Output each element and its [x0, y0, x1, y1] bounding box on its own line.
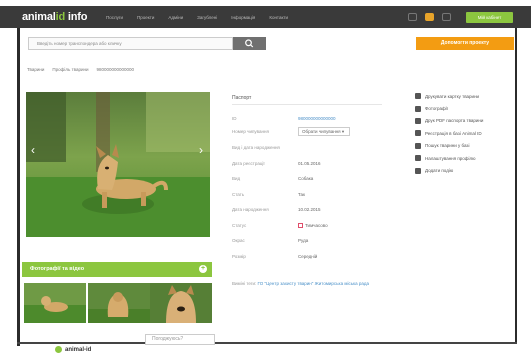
site-logo[interactable]: animalid info [22, 11, 87, 23]
image-icon [415, 105, 421, 112]
nav-item-admins[interactable]: Адміни [168, 15, 183, 20]
gear-icon [415, 155, 421, 162]
divider [232, 104, 382, 105]
search-icon [415, 142, 421, 149]
photo-next-arrow[interactable]: › [199, 143, 203, 157]
thumbnail-image [150, 283, 212, 323]
search-icon [245, 39, 254, 48]
help-project-button[interactable]: Допомогти проекту [416, 37, 514, 50]
info-value-registration-date: 01.05.2016 [298, 161, 321, 166]
user-icon[interactable] [442, 13, 451, 21]
nav-item-contacts[interactable]: Контакти [269, 15, 288, 20]
tags-link[interactable]: ГО "Центр захисту тварин" Житомирська мі… [258, 281, 369, 286]
language-flag-icon[interactable] [425, 13, 434, 21]
info-label: Дата реєстрації [232, 161, 265, 166]
action-label: Пошук тварини у базі [425, 143, 470, 149]
info-value-birth-date: 10.02.2015 [298, 207, 321, 212]
print-icon [415, 93, 421, 100]
info-label: Номер чипування [232, 129, 269, 134]
main-nav: Послуги Проекти Адміни Загублені Інформа… [106, 15, 288, 20]
header-icons [408, 13, 451, 21]
info-label: Статус [232, 223, 247, 228]
action-label: Реєстрація в базі Animal ID [425, 130, 482, 136]
info-label: Розмір [232, 254, 246, 259]
footer-logo[interactable]: animal-id [55, 346, 91, 353]
logo-text: animal [22, 11, 56, 23]
gallery-thumbnail[interactable] [150, 283, 212, 323]
action-settings[interactable]: Налаштування профілю [415, 152, 483, 164]
info-value-status: Тимчасово [298, 223, 328, 229]
info-label: Вид і дата народження [232, 145, 280, 150]
nav-item-information[interactable]: Інформація [231, 15, 255, 20]
nav-item-services[interactable]: Послуги [106, 15, 123, 20]
action-search-animal[interactable]: Пошук тварини у базі [415, 140, 483, 152]
action-label: Налаштування профілю [425, 155, 476, 161]
search-button[interactable] [233, 37, 266, 50]
info-label: Окрас [232, 238, 245, 243]
document-icon [415, 130, 421, 137]
info-label: Вид [232, 176, 241, 181]
breadcrumb-item[interactable]: Тварини [27, 67, 44, 72]
action-label: Друк PDF паспорта тварини [425, 118, 484, 124]
info-value-size: Середній [298, 254, 318, 259]
pdf-icon [415, 117, 421, 124]
tags-row: Виміні теги: ГО "Центр захисту тварин" Ж… [232, 280, 392, 287]
action-label: Друкувати картку тварини [425, 93, 480, 99]
logo-suffix: info [65, 11, 88, 23]
thumbnail-image [88, 283, 150, 323]
passport-section-title: Паспорт [232, 95, 252, 101]
nav-item-projects[interactable]: Проекти [137, 15, 154, 20]
action-print-pdf[interactable]: Друк PDF паспорта тварини [415, 115, 483, 127]
frame-left-edge [17, 20, 20, 346]
frame-bottom-edge [17, 342, 517, 344]
action-add-event[interactable]: Додати подію [415, 164, 483, 176]
info-label: Стать [232, 192, 245, 197]
agree-button[interactable]: Погоджуюсь? [145, 334, 215, 345]
info-value-color: Руда [298, 238, 309, 243]
search-icon[interactable] [408, 13, 417, 21]
status-checkbox[interactable] [298, 223, 303, 229]
info-label: ID [232, 116, 237, 121]
calendar-icon [415, 167, 421, 174]
photo-prev-arrow[interactable]: ‹ [31, 143, 35, 157]
search-input[interactable]: Введіть номер транспондера або кличку [28, 37, 233, 50]
action-label: Фотографії [425, 106, 448, 112]
footer-logo-icon [55, 346, 62, 353]
action-label: Додати подію [425, 168, 454, 174]
add-photo-icon[interactable]: + [199, 265, 207, 273]
dog-photo-illustration [26, 92, 210, 237]
actions-panel: Друкувати картку тварини Фотографії Друк… [415, 90, 483, 177]
action-registration[interactable]: Реєстрація в базі Animal ID [415, 127, 483, 139]
info-value-species: Собака [298, 176, 314, 181]
action-print-card[interactable]: Друкувати картку тварини [415, 90, 483, 102]
chip-select-value: Обрати чипування [302, 129, 341, 134]
info-value-sex: Так [298, 192, 306, 197]
chip-select[interactable]: Обрати чипування ▾ [298, 127, 350, 136]
thumbnail-image [24, 283, 86, 323]
animal-main-photo[interactable] [26, 92, 210, 237]
gallery-title: Фотографії та відео [30, 266, 85, 272]
tags-label: Виміні теги: [232, 281, 257, 286]
nav-item-lost[interactable]: Загублені [197, 15, 217, 20]
frame-right-edge [515, 24, 517, 344]
action-photos[interactable]: Фотографії [415, 102, 483, 114]
breadcrumb-item: 980000000000000 [96, 67, 135, 72]
gallery-thumbnail[interactable] [88, 283, 150, 323]
footer-logo-text: animal-id [65, 346, 92, 353]
status-text: Тимчасово [305, 223, 328, 228]
breadcrumb-item[interactable]: Профіль тварини [52, 67, 88, 72]
logo-id: id [55, 11, 66, 23]
my-cabinet-button[interactable]: Мій кабінет [466, 12, 513, 23]
info-value-id[interactable]: 980000000000000 [298, 116, 336, 121]
gallery-thumbnail[interactable] [24, 283, 86, 323]
info-label: Дата народження [232, 207, 269, 212]
breadcrumb: Тварини Профіль тварини 980000000000000 [27, 67, 134, 72]
